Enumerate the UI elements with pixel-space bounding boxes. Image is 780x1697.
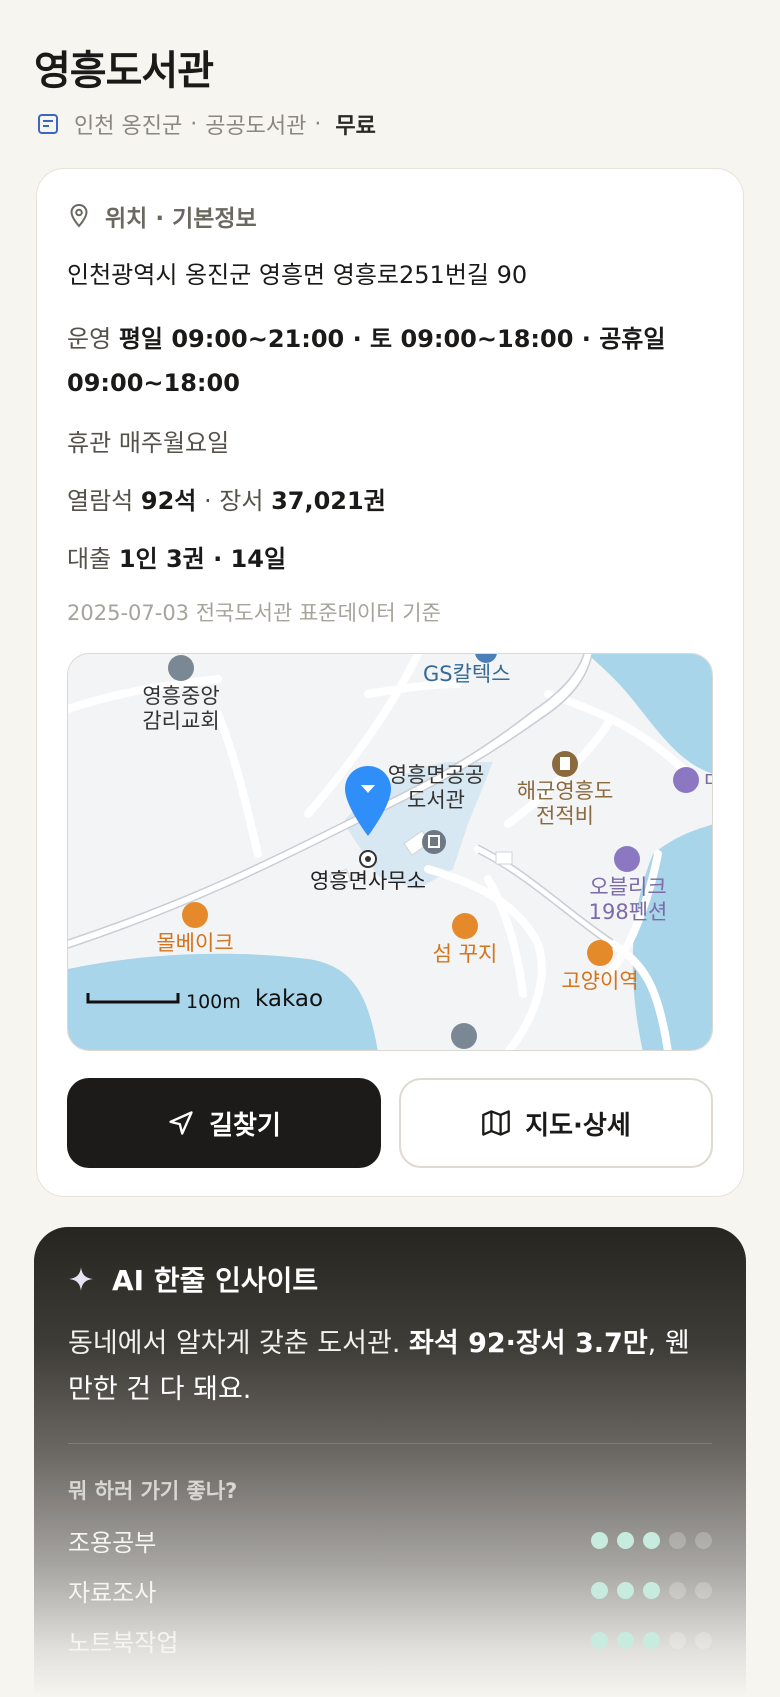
- hours-label: 운영: [67, 325, 112, 353]
- water-area: [632, 824, 712, 1050]
- ai-title-row: AI 한줄 인사이트: [68, 1259, 318, 1299]
- cafe-icon[interactable]: [587, 940, 613, 966]
- rating-dot: [643, 1581, 660, 1599]
- section-title: 위치 · 기본정보: [105, 206, 257, 232]
- document-icon: [38, 114, 58, 134]
- scale-label: 100m: [186, 991, 241, 1013]
- books-value: 37,021권: [271, 487, 386, 515]
- map-label-cafe: 고양이역: [561, 969, 638, 993]
- rating-dot: [695, 1631, 712, 1649]
- closed-label: 휴관: [67, 429, 112, 457]
- activity-row: 자료조사: [68, 1575, 712, 1607]
- map-label-pension: 오블리크 198펜션: [589, 875, 668, 924]
- rating-dot: [617, 1581, 634, 1599]
- activity-name: 자료조사: [68, 1578, 157, 1607]
- rating-dot: [591, 1531, 608, 1549]
- page-title: 영흥도서관: [34, 48, 214, 94]
- seats-label: 열람석: [67, 487, 134, 515]
- divider: [68, 1443, 712, 1444]
- map-label-cafe: 몰베이크: [156, 931, 233, 955]
- insight-bold: 좌석 92·장서 3.7만: [409, 1328, 648, 1359]
- rating-dot: [643, 1531, 660, 1549]
- directions-button[interactable]: 길찾기: [67, 1078, 381, 1168]
- rating-dot: [695, 1531, 712, 1549]
- map-detail-label: 지도·상세: [525, 1110, 631, 1141]
- ai-question: 뭐 하러 가기 좋나?: [68, 1479, 238, 1503]
- map-label-partial: ㅁ: [702, 768, 713, 792]
- rating-dots: [591, 1531, 712, 1549]
- map-pin-icon: [70, 203, 88, 228]
- rating-dots: [591, 1631, 712, 1649]
- loan-label: 대출: [67, 545, 112, 573]
- church-icon[interactable]: [168, 655, 194, 681]
- rating-dot: [617, 1631, 634, 1649]
- map-label-gas: GS칼텍스: [423, 662, 511, 686]
- map-icon: [482, 1110, 511, 1136]
- closed-days: 휴관 매주월요일: [67, 423, 229, 458]
- camera-icon[interactable]: [451, 1023, 477, 1049]
- cafe-icon[interactable]: [452, 913, 478, 939]
- rating-dot: [643, 1631, 660, 1649]
- sparkle-icon: [69, 1267, 93, 1291]
- loan-value: 1인 3권 · 14일: [118, 545, 287, 573]
- separator: ·: [196, 487, 220, 515]
- activity-name: 조용공부: [68, 1528, 157, 1557]
- data-source: 2025-07-03 전국도서관 표준데이터 기준: [67, 601, 441, 625]
- map-canvas[interactable]: 영흥중앙 감리교회 GS칼텍스 영흥면공공 도서관 영흥면사무소 해군영흥도 전적비 …: [68, 654, 713, 1051]
- map-detail-button[interactable]: 지도·상세: [399, 1078, 713, 1168]
- rating-dot: [591, 1581, 608, 1599]
- insight-plain: 동네에서 알차게 갖춘 도서관.: [68, 1328, 409, 1359]
- map-brand: kakao: [255, 986, 323, 1012]
- fee-badge: 무료: [335, 114, 376, 139]
- books-label: 장서: [219, 487, 264, 515]
- ai-title: AI 한줄 인사이트: [112, 1264, 319, 1297]
- rating-dot: [617, 1531, 634, 1549]
- cafe-icon[interactable]: [182, 902, 208, 928]
- separator: ·: [190, 111, 198, 137]
- rating-dot: [591, 1631, 608, 1649]
- address: 인천광역시 옹진군 영흥면 영흥로251번길 90: [67, 261, 528, 289]
- seats-value: 92석: [140, 487, 197, 515]
- rating-dot: [669, 1581, 686, 1599]
- rating-dots: [591, 1581, 712, 1599]
- separator: ·: [314, 111, 322, 137]
- loan-policy: 대출 1인 3권 · 14일: [67, 539, 286, 574]
- operating-hours: 운영 평일 09:00~21:00 · 토 09:00~18:00 · 공휴일 …: [67, 317, 687, 405]
- ai-insight-card: AI 한줄 인사이트 동네에서 알차게 갖춘 도서관. 좌석 92·장서 3.7…: [34, 1227, 746, 1697]
- target-dot: [365, 856, 371, 862]
- rating-dot: [695, 1581, 712, 1599]
- lodging-icon[interactable]: [673, 767, 699, 793]
- map-label-church: 영흥중앙 감리교회: [142, 684, 219, 733]
- section-header: 위치 · 기본정보: [67, 199, 257, 233]
- activity-row: 노트북작업: [68, 1625, 712, 1657]
- map-label-cafe: 섬 꾸지: [433, 942, 498, 966]
- lodging-icon[interactable]: [614, 846, 640, 872]
- closed-value: 매주월요일: [118, 429, 230, 457]
- navigation-icon: [169, 1111, 193, 1135]
- seats-books: 열람석 92석 · 장서 37,021권: [67, 481, 386, 516]
- info-card: 위치 · 기본정보 인천광역시 옹진군 영흥면 영흥로251번길 90 운영 평…: [36, 168, 744, 1197]
- hours-value: 평일 09:00~21:00 · 토 09:00~18:00 · 공휴일 09:…: [67, 325, 666, 397]
- activity-name: 노트북작업: [68, 1628, 179, 1657]
- building: [495, 851, 513, 865]
- map-label-office: 영흥면사무소: [310, 869, 426, 893]
- rating-dot: [669, 1531, 686, 1549]
- location-text: 인천 옹진군: [74, 114, 183, 139]
- library-subline: 인천 옹진군 · 공공도서관 · 무료: [36, 108, 376, 140]
- category-text: 공공도서관: [205, 114, 307, 139]
- directions-label: 길찾기: [209, 1110, 281, 1141]
- library-icon[interactable]: [422, 830, 446, 854]
- ai-insight-text: 동네에서 알차게 갖춘 도서관. 좌석 92·장서 3.7만, 웬만한 건 다 …: [68, 1321, 708, 1413]
- rating-dot: [669, 1631, 686, 1649]
- activity-row: 조용공부: [68, 1525, 712, 1557]
- map-view[interactable]: 영흥중앙 감리교회 GS칼텍스 영흥면공공 도서관 영흥면사무소 해군영흥도 전적비 …: [67, 653, 713, 1051]
- monument-glyph: [560, 757, 570, 770]
